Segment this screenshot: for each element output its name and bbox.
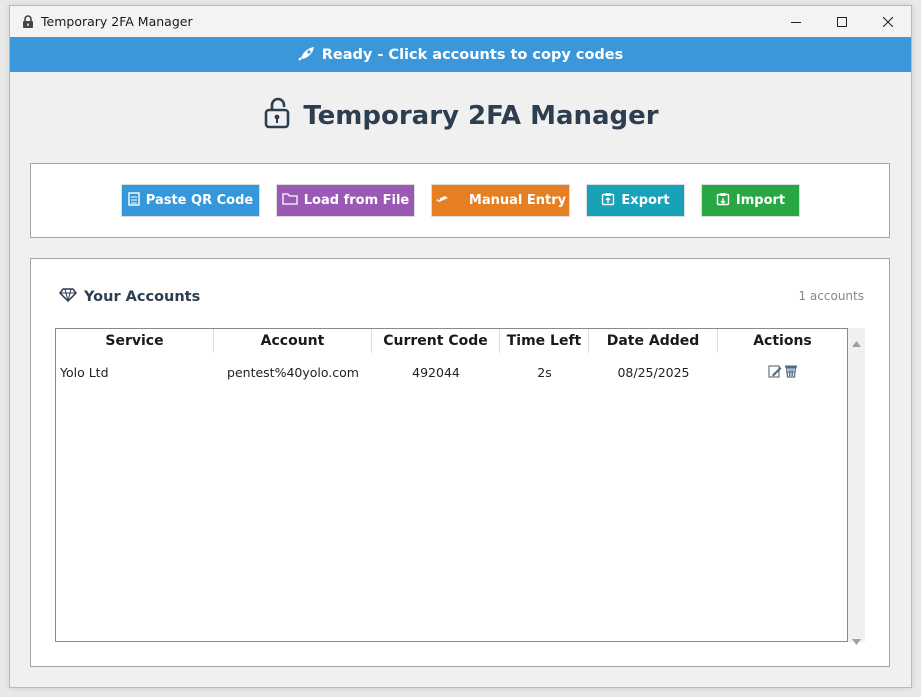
edit-icon[interactable]	[768, 364, 782, 381]
column-header-account[interactable]: Account	[214, 329, 372, 353]
lock-icon	[21, 14, 37, 30]
accounts-panel: Your Accounts 1 accounts Service Account…	[30, 258, 890, 667]
column-header-service[interactable]: Service	[56, 329, 214, 353]
scroll-up-icon[interactable]	[852, 332, 861, 351]
accounts-title-text: Your Accounts	[84, 289, 201, 305]
maximize-icon[interactable]	[819, 6, 865, 37]
close-icon[interactable]	[865, 6, 911, 37]
cell-actions	[718, 361, 847, 383]
load-from-file-button[interactable]: Load from File	[276, 184, 415, 217]
manual-entry-button[interactable]: Manual Entry	[431, 184, 570, 217]
import-button[interactable]: Import	[701, 184, 800, 217]
table-header: Service Account Current Code Time Left D…	[56, 329, 847, 353]
status-bar: Ready - Click accounts to copy codes	[10, 37, 911, 72]
export-label: Export	[621, 193, 670, 208]
accounts-title: Your Accounts	[59, 287, 200, 307]
status-text: Ready - Click accounts to copy codes	[321, 46, 624, 63]
table-row[interactable]: Yolo Ltd pentest%40yolo.com 492044 2s 08…	[56, 361, 847, 383]
page-title: Temporary 2FA Manager	[10, 96, 911, 136]
pencil-icon	[435, 193, 455, 208]
manual-entry-label: Manual Entry	[468, 193, 567, 208]
gem-icon	[59, 288, 84, 306]
table-scrollbar[interactable]	[848, 328, 865, 645]
page-title-text: Temporary 2FA Manager	[303, 101, 659, 131]
rocket-icon	[297, 45, 322, 65]
cell-time-left: 2s	[537, 364, 552, 380]
window-title: Temporary 2FA Manager	[41, 14, 193, 29]
cell-date-added: 08/25/2025	[617, 364, 690, 380]
delete-icon[interactable]	[784, 364, 798, 381]
scroll-down-icon[interactable]	[852, 630, 861, 649]
paste-qr-code-label: Paste QR Code	[145, 193, 254, 208]
cell-service: Yolo Ltd	[60, 364, 109, 380]
column-header-date-added[interactable]: Date Added	[589, 329, 718, 353]
clipboard-icon	[128, 191, 146, 210]
import-label: Import	[735, 193, 786, 208]
import-icon	[716, 192, 736, 210]
column-header-time-left[interactable]: Time Left	[500, 329, 589, 353]
export-button[interactable]: Export	[586, 184, 685, 217]
cell-account: pentest%40yolo.com	[227, 364, 359, 380]
folder-icon	[282, 192, 304, 209]
app-window: Temporary 2FA Manager Ready - Click acco…	[9, 5, 912, 688]
unlock-icon	[262, 97, 303, 136]
column-header-actions[interactable]: Actions	[718, 329, 847, 353]
column-header-current-code[interactable]: Current Code	[372, 329, 500, 353]
cell-current-code: 492044	[412, 364, 460, 380]
load-from-file-label: Load from File	[303, 193, 410, 208]
toolbar: Paste QR Code Load from File Manual Entr…	[30, 163, 890, 238]
accounts-count: 1 accounts	[798, 289, 864, 303]
title-bar: Temporary 2FA Manager	[10, 6, 911, 37]
export-icon	[601, 192, 621, 210]
paste-qr-code-button[interactable]: Paste QR Code	[121, 184, 260, 217]
minimize-icon[interactable]	[773, 6, 819, 37]
accounts-table[interactable]: Service Account Current Code Time Left D…	[55, 328, 848, 642]
